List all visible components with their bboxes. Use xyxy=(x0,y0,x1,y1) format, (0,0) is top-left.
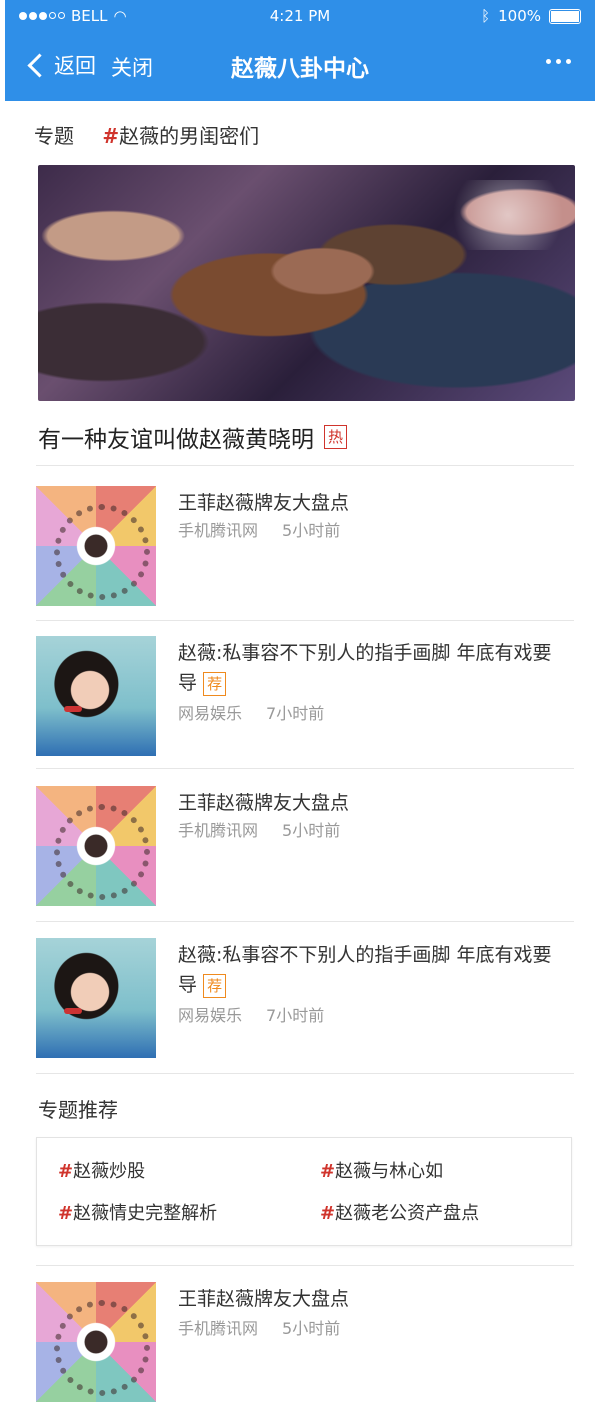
news-time: 7小时前 xyxy=(266,1006,325,1025)
news-thumbnail xyxy=(36,786,156,906)
news-time: 5小时前 xyxy=(282,821,341,840)
news-thumbnail xyxy=(36,486,156,606)
news-title-block: 赵薇:私事容不下别人的指手画脚 年底有戏要导 荐 xyxy=(178,638,568,698)
news-title: 王菲赵薇牌友大盘点 xyxy=(178,792,350,814)
recommend-topic-link[interactable]: #赵薇情史完整解析 xyxy=(58,1199,217,1225)
recommend-box: #赵薇炒股 #赵薇与林心如 #赵薇情史完整解析 #赵薇老公资产盘点 xyxy=(36,1137,572,1246)
recommend-heading: 专题推荐 xyxy=(38,1098,118,1122)
hot-badge: 热 xyxy=(324,425,348,449)
divider xyxy=(36,620,574,621)
news-item[interactable]: 赵薇:私事容不下别人的指手画脚 年底有戏要导 荐 网易娱乐 7小时前 xyxy=(36,636,576,756)
recommend-topic-text: 赵薇老公资产盘点 xyxy=(335,1203,480,1224)
hash-mark: # xyxy=(320,1203,336,1224)
more-dot-icon xyxy=(556,59,561,64)
news-thumbnail xyxy=(36,1282,156,1402)
hash-mark: # xyxy=(320,1161,336,1182)
news-title: 赵薇:私事容不下别人的指手画脚 年底有戏要导 xyxy=(178,944,552,996)
news-thumbnail xyxy=(36,938,156,1058)
topic-header: 专题 #赵薇的男闺密们 xyxy=(34,120,259,149)
news-source: 网易娱乐 xyxy=(178,1006,243,1025)
news-meta: 手机腾讯网 5小时前 xyxy=(178,517,340,541)
bluetooth-icon: ᛒ xyxy=(481,7,491,25)
news-time: 5小时前 xyxy=(282,521,341,540)
recommend-badge: 荐 xyxy=(203,974,227,998)
news-source: 手机腾讯网 xyxy=(178,1319,259,1338)
hero-title-link[interactable]: 有一种友谊叫做赵薇黄晓明 热 xyxy=(38,420,348,454)
news-meta: 网易娱乐 7小时前 xyxy=(178,1002,324,1026)
divider xyxy=(36,1265,574,1266)
news-time: 5小时前 xyxy=(282,1319,341,1338)
news-title: 王菲赵薇牌友大盘点 xyxy=(178,492,350,514)
recommend-badge: 荐 xyxy=(203,672,227,696)
news-item[interactable]: 王菲赵薇牌友大盘点 手机腾讯网 5小时前 xyxy=(36,1282,576,1402)
topic-label: 专题 xyxy=(34,124,74,148)
news-time: 7小时前 xyxy=(266,704,325,723)
hero-title: 有一种友谊叫做赵薇黄晓明 xyxy=(38,427,314,453)
news-item[interactable]: 王菲赵薇牌友大盘点 手机腾讯网 5小时前 xyxy=(36,786,576,906)
topic-tag-link[interactable]: #赵薇的男闺密们 xyxy=(102,124,259,148)
news-title: 赵薇:私事容不下别人的指手画脚 年底有戏要导 xyxy=(178,642,552,694)
hash-mark: # xyxy=(58,1203,74,1224)
hash-mark: # xyxy=(58,1161,74,1182)
divider xyxy=(36,768,574,769)
hash-mark: # xyxy=(102,124,120,148)
recommend-topic-link[interactable]: #赵薇与林心如 xyxy=(320,1157,443,1183)
recommend-topic-link[interactable]: #赵薇炒股 xyxy=(58,1157,145,1183)
more-dot-icon xyxy=(546,59,551,64)
news-meta: 手机腾讯网 5小时前 xyxy=(178,1315,340,1339)
page-title: 赵薇八卦中心 xyxy=(231,56,369,82)
more-button[interactable] xyxy=(546,59,571,64)
divider xyxy=(36,1073,574,1074)
news-source: 手机腾讯网 xyxy=(178,521,259,540)
status-right: ᛒ 100% xyxy=(481,7,581,25)
news-meta: 手机腾讯网 5小时前 xyxy=(178,817,340,841)
recommend-topic-text: 赵薇情史完整解析 xyxy=(73,1203,218,1224)
news-title-block: 赵薇:私事容不下别人的指手画脚 年底有戏要导 荐 xyxy=(178,940,568,1000)
more-dot-icon xyxy=(566,59,571,64)
divider xyxy=(36,465,574,466)
divider xyxy=(36,921,574,922)
news-title: 王菲赵薇牌友大盘点 xyxy=(178,1288,350,1310)
news-source: 手机腾讯网 xyxy=(178,821,259,840)
news-item[interactable]: 赵薇:私事容不下别人的指手画脚 年底有戏要导 荐 网易娱乐 7小时前 xyxy=(36,938,576,1058)
nav-bar: 返回 关闭 赵薇八卦中心 xyxy=(5,40,595,92)
recommend-topic-text: 赵薇炒股 xyxy=(73,1161,146,1182)
recommend-topic-link[interactable]: #赵薇老公资产盘点 xyxy=(320,1199,479,1225)
recommend-topic-text: 赵薇与林心如 xyxy=(335,1161,444,1182)
topic-tag-text: 赵薇的男闺密们 xyxy=(119,124,260,148)
battery-percent: 100% xyxy=(498,7,541,25)
news-item[interactable]: 王菲赵薇牌友大盘点 手机腾讯网 5小时前 xyxy=(36,486,576,606)
news-meta: 网易娱乐 7小时前 xyxy=(178,700,324,724)
news-source: 网易娱乐 xyxy=(178,704,243,723)
top-bar: BELL ◠ 4:21 PM ᛒ 100% 返回 关闭 赵薇八卦中心 xyxy=(5,0,595,101)
news-thumbnail xyxy=(36,636,156,756)
hero-image[interactable] xyxy=(38,165,575,401)
status-bar: BELL ◠ 4:21 PM ᛒ 100% xyxy=(5,0,595,32)
battery-icon xyxy=(549,8,581,24)
